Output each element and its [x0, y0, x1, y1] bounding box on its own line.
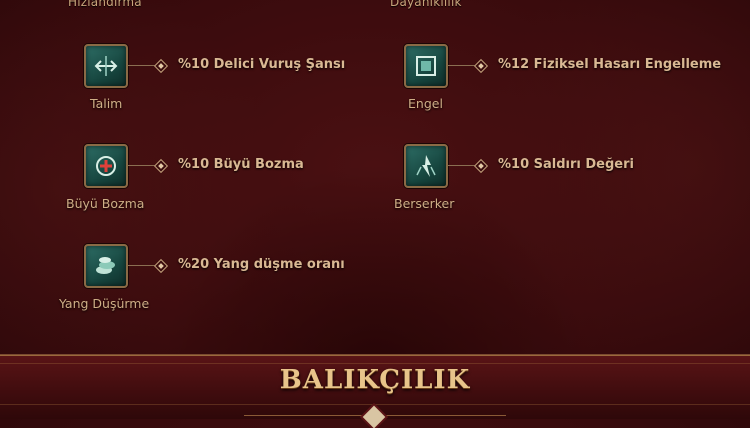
berserker-icon[interactable] — [404, 144, 448, 188]
skill-bonus-text: %20 Yang düşme oranı — [178, 257, 345, 272]
skill-name: Talim — [90, 96, 123, 111]
skill-berserker[interactable]: %10 Saldırı Değeri Berserker — [394, 144, 744, 220]
skill-yang-dusurme[interactable]: %20 Yang düşme oranı Yang Düşürme — [59, 244, 424, 320]
ornament-line-left — [244, 415, 364, 416]
connector-line — [448, 165, 476, 166]
cut-skill-label-right: Dayanıklılık — [390, 0, 462, 9]
skill-name: Engel — [408, 96, 443, 111]
crossed-arrows-icon[interactable] — [84, 44, 128, 88]
shield-frame-icon[interactable] — [404, 44, 448, 88]
skill-name: Berserker — [394, 196, 455, 211]
bullet-diamond — [153, 158, 169, 174]
bullet-diamond — [473, 158, 489, 174]
connector-line — [128, 165, 156, 166]
cut-skill-label-left: Hızlandırma — [68, 0, 142, 9]
ornament-line-right — [386, 415, 506, 416]
coins-icon[interactable] — [84, 244, 128, 288]
ornament-diamond-icon — [362, 405, 386, 428]
skill-buyu-bozma[interactable]: %10 Büyü Bozma Büyü Bozma — [66, 144, 424, 220]
skill-talim[interactable]: %10 Delici Vuruş Şansı Talim — [84, 44, 424, 120]
connector-line — [128, 65, 156, 66]
skill-name: Büyü Bozma — [66, 196, 145, 211]
skill-bonus-text: %10 Saldırı Değeri — [498, 157, 634, 172]
connector-line — [448, 65, 476, 66]
skill-bonus-text: %10 Delici Vuruş Şansı — [178, 57, 346, 72]
skill-engel[interactable]: %12 Fiziksel Hasarı Engelleme Engel — [404, 44, 744, 120]
skill-name: Yang Düşürme — [59, 296, 150, 311]
connector-line — [128, 265, 156, 266]
bullet-diamond — [473, 58, 489, 74]
magic-break-icon[interactable] — [84, 144, 128, 188]
bullet-diamond — [153, 258, 169, 274]
section-footer: BALIKÇILIK — [0, 354, 750, 428]
bullet-diamond — [153, 58, 169, 74]
skill-bonus-text: %12 Fiziksel Hasarı Engelleme — [498, 57, 722, 72]
section-title: BALIKÇILIK — [279, 365, 471, 395]
skill-bonus-text: %10 Büyü Bozma — [178, 157, 304, 172]
